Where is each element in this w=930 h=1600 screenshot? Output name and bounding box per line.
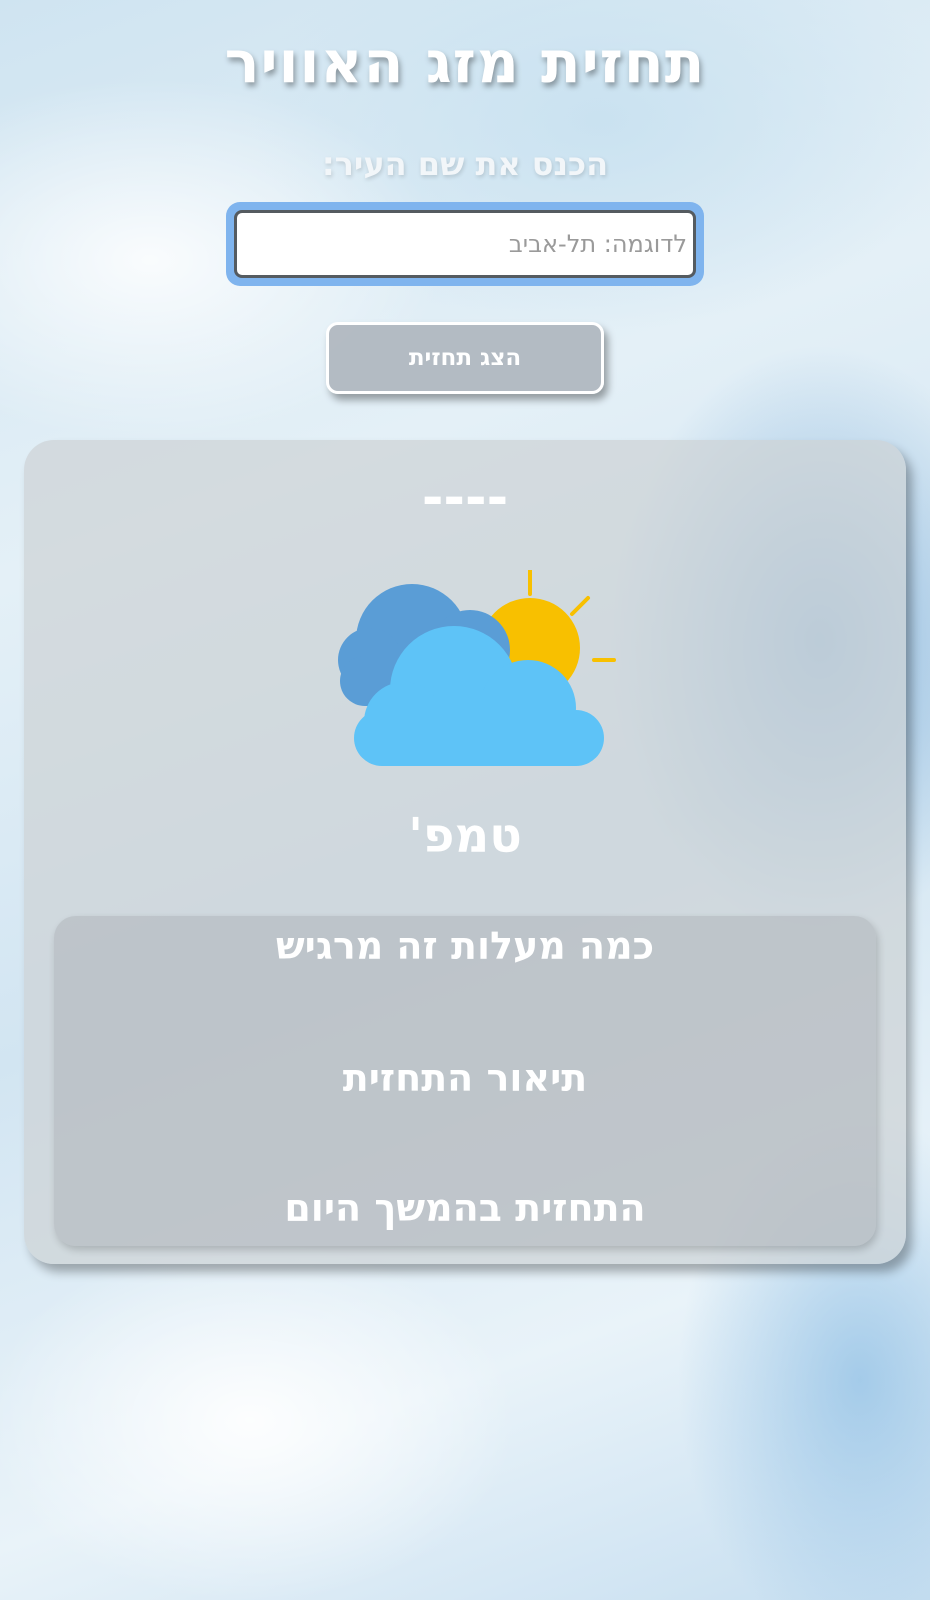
page-title: תחזית מזג האוויר: [224, 28, 706, 96]
temperature: טמפ': [408, 808, 522, 864]
later-today-forecast: התחזית בהמשך היום: [284, 1186, 646, 1230]
show-forecast-button[interactable]: הצג תחזית: [326, 322, 604, 394]
city-input[interactable]: [234, 210, 696, 278]
partly-cloudy-icon: [338, 570, 616, 766]
city-input-label: הכנס את שם העיר:: [321, 145, 609, 183]
city-name: ----: [421, 468, 509, 528]
feels-like: כמה מעלות זה מרגיש: [275, 924, 655, 968]
forecast-card: ---- טמפ' כמה מעלות זה מרגיש תיאור התחזי…: [24, 440, 906, 1264]
city-input-focus-ring: [226, 202, 704, 286]
forecast-details-panel: כמה מעלות זה מרגיש תיאור התחזית התחזית ב…: [54, 916, 876, 1246]
forecast-description: תיאור התחזית: [342, 1056, 588, 1100]
